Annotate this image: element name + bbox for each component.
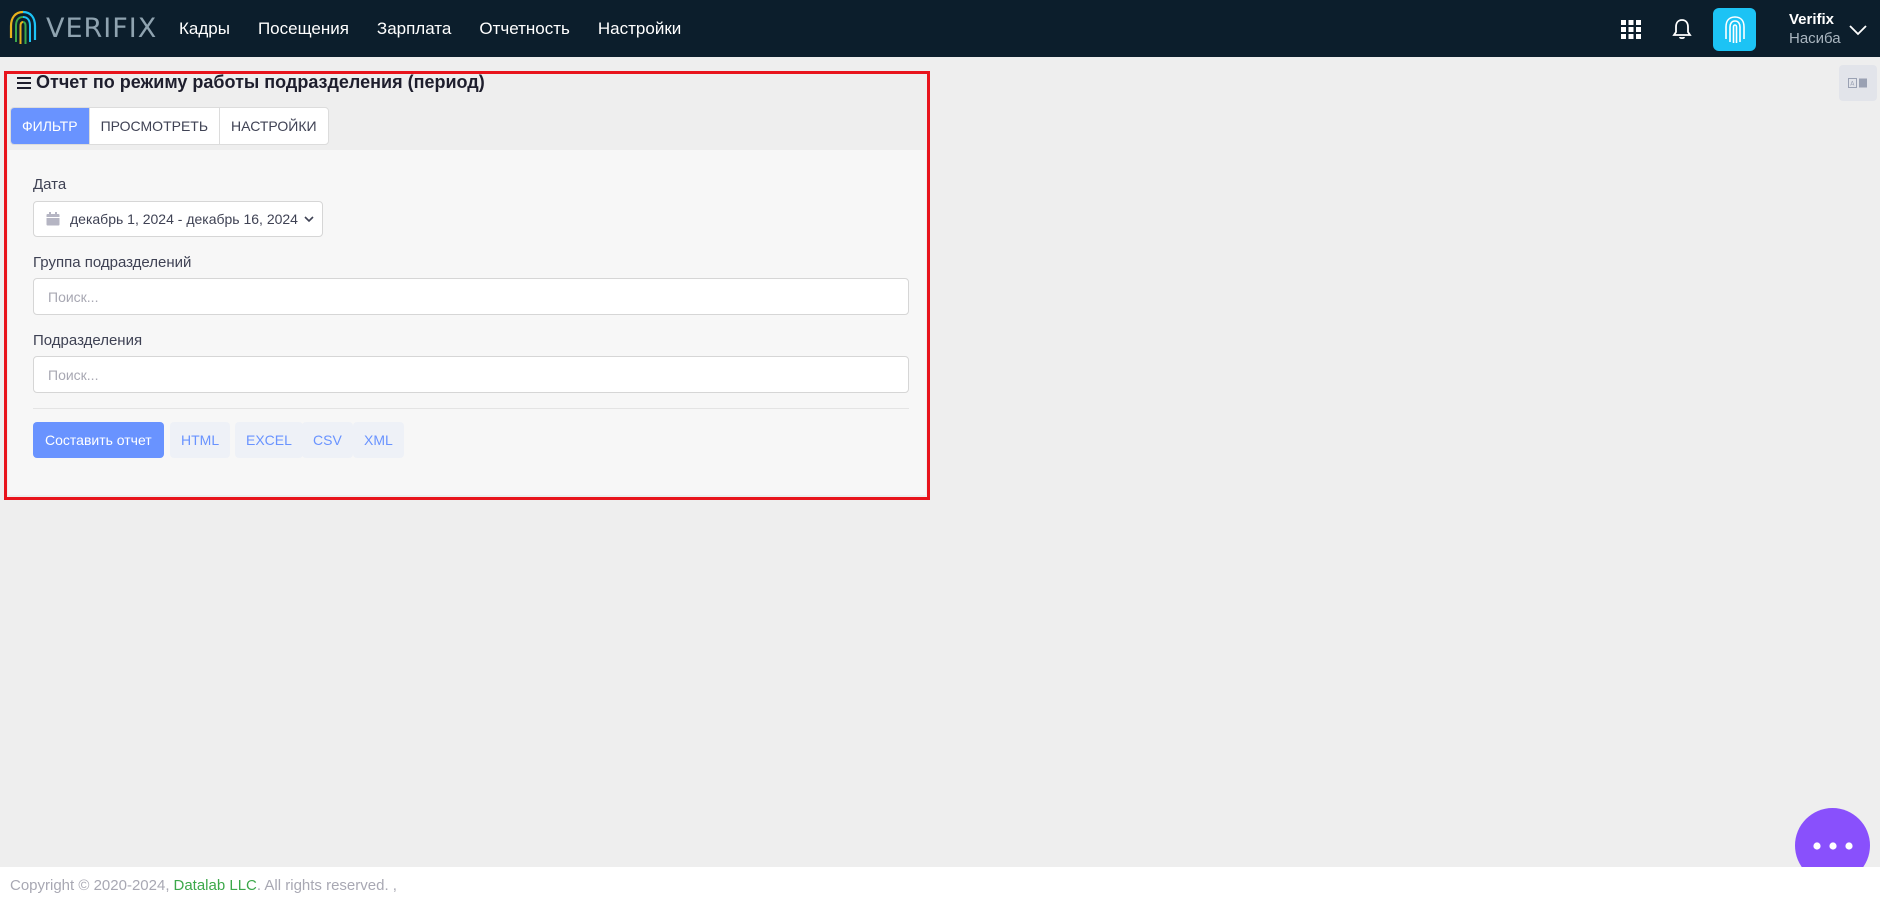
footer-company-link[interactable]: Datalab LLC [174, 877, 257, 894]
export-xml-button[interactable]: XML [353, 422, 404, 458]
footer-rights: . All rights reserved. , [256, 876, 397, 894]
side-panel-toggle[interactable]: A [1839, 65, 1877, 101]
date-range-picker[interactable]: декабрь 1, 2024 - декабрь 16, 2024 [33, 201, 323, 237]
nav-item-salary[interactable]: Зарплата [363, 0, 465, 57]
divider [33, 408, 909, 409]
user-subname: Насиба [1789, 30, 1841, 47]
divisions-search-input[interactable] [33, 356, 909, 393]
export-excel-button[interactable]: EXCEL [235, 422, 303, 458]
export-csv-button[interactable]: CSV [302, 422, 353, 458]
fingerprint-icon [1724, 15, 1745, 43]
date-label: Дата [33, 176, 67, 193]
date-range-value: декабрь 1, 2024 - декабрь 16, 2024 [70, 211, 298, 227]
report-tabs: Фильтр Просмотреть Настройки [10, 107, 329, 145]
more-dots-icon [1812, 841, 1853, 850]
nav-item-settings[interactable]: Настройки [584, 0, 695, 57]
footer-copyright: Copyright © 2020-2024, [10, 876, 170, 894]
tab-view[interactable]: Просмотреть [90, 108, 221, 144]
fingerprint-button[interactable] [1713, 8, 1756, 51]
divisions-label: Подразделения [33, 332, 143, 349]
translate-icon: A [1848, 78, 1867, 88]
tab-settings[interactable]: Настройки [220, 108, 328, 144]
page-title: Отчет по режиму работы подразделения (пе… [17, 72, 485, 93]
top-header: VERIFIX Кадры Посещения Зарплата Отчетно… [0, 0, 1880, 57]
build-report-button[interactable]: Составить отчет [33, 422, 164, 458]
calendar-icon [46, 212, 60, 226]
page-title-text: Отчет по режиму работы подразделения (пе… [36, 72, 485, 92]
division-group-search-input[interactable] [33, 278, 909, 315]
user-menu[interactable]: Verifix Насиба [1789, 10, 1841, 48]
division-group-label: Группа подразделений [33, 254, 192, 271]
logo-text: VERIFIX [46, 12, 158, 44]
fingerprint-logo-icon [9, 10, 37, 44]
nav-item-reports[interactable]: Отчетность [465, 0, 584, 57]
main-nav: Кадры Посещения Зарплата Отчетность Наст… [165, 0, 695, 57]
svg-text:A: A [1850, 81, 1855, 88]
hamburger-icon[interactable] [17, 76, 31, 89]
bell-icon[interactable] [1670, 17, 1694, 41]
chevron-down-icon[interactable] [1849, 24, 1867, 36]
logo[interactable]: VERIFIX [8, 8, 157, 48]
user-name: Verifix [1789, 11, 1835, 28]
nav-item-attendance[interactable]: Посещения [244, 0, 363, 57]
export-html-button[interactable]: HTML [170, 422, 231, 458]
apps-grid-icon[interactable] [1619, 17, 1643, 41]
filter-card: Дата декабрь 1, 2024 - декабрь 16, 2024 … [8, 150, 926, 495]
footer: Copyright © 2020-2024, Datalab LLC . All… [0, 867, 1880, 903]
nav-item-staff[interactable]: Кадры [165, 0, 244, 57]
tab-filter[interactable]: Фильтр [11, 108, 90, 144]
chevron-down-icon [304, 216, 314, 223]
